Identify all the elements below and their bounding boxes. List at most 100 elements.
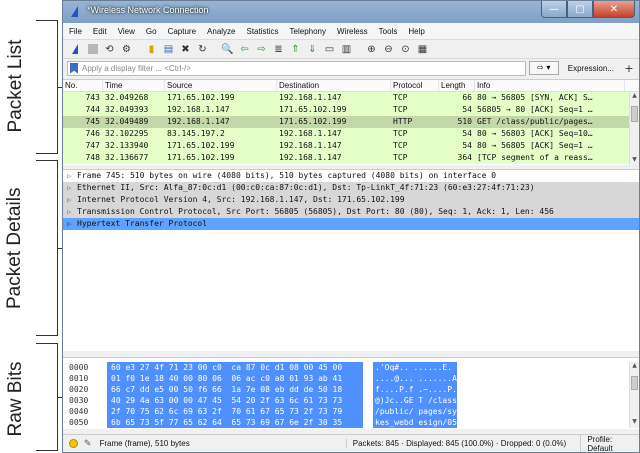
- expression-button[interactable]: Expression...: [562, 64, 620, 73]
- menu-help[interactable]: Help: [408, 27, 424, 36]
- menu-edit[interactable]: Edit: [93, 27, 107, 36]
- maximize-button[interactable]: ▢: [567, 1, 593, 18]
- packet-row[interactable]: 748 32.136677 171.65.102.199 192.168.1.1…: [63, 152, 639, 164]
- byte-ascii[interactable]: .'Oq#.. ......E.: [373, 362, 457, 373]
- menu-statistics[interactable]: Statistics: [247, 27, 279, 36]
- packet-list-scrollbar[interactable]: ▲ ▼: [629, 92, 639, 166]
- scroll-up-icon[interactable]: ▲: [630, 92, 639, 102]
- menu-wireless[interactable]: Wireless: [337, 27, 368, 36]
- packet-row[interactable]: 746 32.102295 83.145.197.2 192.168.1.147…: [63, 128, 639, 140]
- byte-ascii[interactable]: @)Jc..GE T /class: [373, 395, 457, 406]
- expand-arrow-icon[interactable]: ▷: [67, 194, 71, 206]
- reload-file-icon[interactable]: ↻: [195, 42, 210, 57]
- autoscroll-icon[interactable]: ▭: [322, 42, 337, 57]
- packet-row-selected[interactable]: 745 32.049489 192.168.1.147 171.65.102.1…: [63, 116, 639, 128]
- scroll-up-icon[interactable]: ▲: [630, 362, 639, 372]
- packet-length: 54: [462, 141, 472, 150]
- detail-tcp-text: Transmission Control Protocol, Src Port:…: [77, 207, 554, 216]
- save-file-icon[interactable]: ▤: [161, 42, 176, 57]
- byte-hex[interactable]: 60 e3 27 4f 71 23 00 c0 ca 87 0c d1 08 0…: [107, 362, 363, 373]
- expand-arrow-icon[interactable]: ▷: [67, 182, 71, 194]
- expand-arrow-icon[interactable]: ▷: [67, 170, 71, 182]
- packet-row[interactable]: 744 32.049393 192.168.1.147 171.65.102.1…: [63, 104, 639, 116]
- byte-hex[interactable]: 2f 70 75 62 6c 69 63 2f 70 61 67 65 73 2…: [107, 406, 363, 417]
- scroll-down-icon[interactable]: ▼: [630, 418, 639, 428]
- packet-details-pane: ▷ Frame 745: 510 bytes on wire (4080 bits…: [63, 169, 639, 351]
- expand-arrow-icon[interactable]: ▷: [67, 206, 71, 218]
- byte-hex[interactable]: 01 f0 1e 18 40 00 80 06 06 ac c0 a8 01 9…: [107, 373, 363, 384]
- zoom-out-icon[interactable]: ⊖: [381, 42, 396, 57]
- menu-file[interactable]: File: [69, 27, 82, 36]
- toolbar-separator: [212, 42, 218, 57]
- first-packet-icon[interactable]: ⇑: [288, 42, 303, 57]
- packet-row[interactable]: 747 32.133940 171.65.102.199 192.168.1.1…: [63, 140, 639, 152]
- detail-ethernet[interactable]: ▷ Ethernet II, Src: Alfa_87:0c:d1 (00:c0:…: [63, 182, 639, 194]
- packet-list-header: No. Time Source Destination Protocol Len…: [63, 80, 639, 92]
- go-to-packet-icon[interactable]: ≣: [271, 42, 286, 57]
- detail-frame[interactable]: ▷ Frame 745: 510 bytes on wire (4080 bits…: [63, 170, 639, 182]
- scroll-thumb[interactable]: [631, 106, 638, 122]
- go-back-icon[interactable]: ⇦: [237, 42, 252, 57]
- capture-options-icon[interactable]: ⚙: [119, 42, 134, 57]
- byte-ascii[interactable]: kes_webd esign/05: [373, 417, 457, 428]
- packet-info: 56805 → 80 [ACK] Seq=1 …: [477, 105, 593, 114]
- column-header-no[interactable]: No.: [63, 80, 103, 91]
- expand-arrow-icon[interactable]: ▷: [67, 218, 71, 230]
- byte-hex[interactable]: 6b 65 73 5f 77 65 62 64 65 73 69 67 6e 2…: [107, 417, 363, 428]
- packet-source: 171.65.102.199: [167, 93, 235, 102]
- edit-comment-icon[interactable]: ✎: [84, 438, 92, 449]
- packet-time: 32.136677: [105, 153, 149, 162]
- detail-tcp[interactable]: ▷ Transmission Control Protocol, Src Port…: [63, 206, 639, 218]
- expert-info-icon[interactable]: [69, 439, 78, 448]
- column-header-destination[interactable]: Destination: [277, 80, 391, 91]
- close-button[interactable]: ✕: [593, 1, 635, 18]
- byte-hex[interactable]: 40 29 4a 63 00 00 47 45 54 20 2f 63 6c 6…: [107, 395, 363, 406]
- byte-hex[interactable]: 66 c7 dd e5 00 50 f6 66 1a 7e 08 eb dd d…: [107, 384, 363, 395]
- apply-filter-button[interactable]: ⇨ ▾: [528, 61, 559, 75]
- scroll-thumb[interactable]: [631, 376, 638, 390]
- column-header-time[interactable]: Time: [103, 80, 165, 91]
- zoom-reset-icon[interactable]: ⊙: [398, 42, 413, 57]
- menu-telephony[interactable]: Telephony: [290, 27, 326, 36]
- annotation-packet-list: Packet List: [5, 39, 26, 133]
- column-header-length[interactable]: Length: [439, 80, 475, 91]
- scroll-down-icon[interactable]: ▼: [630, 156, 639, 166]
- byte-ascii[interactable]: /public/ pages/sy: [373, 406, 457, 417]
- close-file-icon[interactable]: ✖: [178, 42, 193, 57]
- stop-capture-icon[interactable]: [85, 42, 100, 57]
- byte-ascii[interactable]: ....@... .......A: [373, 373, 457, 384]
- open-file-icon[interactable]: ▮: [144, 42, 159, 57]
- detail-ip[interactable]: ▷ Internet Protocol Version 4, Src: 192.1…: [63, 194, 639, 206]
- restart-capture-icon[interactable]: ⟲: [102, 42, 117, 57]
- minimize-button[interactable]: —: [541, 1, 567, 18]
- bytes-scrollbar[interactable]: ▲ ▼: [629, 362, 639, 428]
- menu-view[interactable]: View: [118, 27, 135, 36]
- zoom-in-icon[interactable]: ⊕: [364, 42, 379, 57]
- packet-protocol: TCP: [393, 141, 408, 150]
- colorize-icon[interactable]: ▥: [339, 42, 354, 57]
- menu-capture[interactable]: Capture: [168, 27, 196, 36]
- packet-length: 510: [457, 117, 472, 126]
- packet-info: 80 → 56803 [ACK] Seq=10…: [477, 129, 593, 138]
- add-filter-button[interactable]: +: [623, 62, 635, 75]
- resize-columns-icon[interactable]: ▦: [415, 42, 430, 57]
- byte-row: 0000 60 e3 27 4f 71 23 00 c0 ca 87 0c d1 …: [63, 362, 639, 373]
- status-profile[interactable]: Profile: Default: [580, 434, 639, 452]
- packet-row[interactable]: 743 32.049268 171.65.102.199 192.168.1.1…: [63, 92, 639, 104]
- display-filter-input[interactable]: Apply a display filter ... <Ctrl-/>: [67, 60, 526, 76]
- menu-analyze[interactable]: Analyze: [207, 27, 235, 36]
- bookmark-icon[interactable]: [70, 62, 78, 74]
- detail-http-selected[interactable]: ▷ Hypertext Transfer Protocol: [63, 218, 639, 230]
- byte-ascii[interactable]: f....P.f .~....P.: [373, 384, 457, 395]
- column-header-source[interactable]: Source: [165, 80, 277, 91]
- menu-tools[interactable]: Tools: [379, 27, 398, 36]
- column-header-protocol[interactable]: Protocol: [391, 80, 439, 91]
- packet-protocol: TCP: [393, 93, 408, 102]
- menu-go[interactable]: Go: [146, 27, 157, 36]
- column-header-info[interactable]: Info: [475, 80, 625, 91]
- go-forward-icon[interactable]: ⇨: [254, 42, 269, 57]
- find-packet-icon[interactable]: 🔍: [220, 42, 235, 57]
- wireshark-fin-icon: [71, 6, 78, 17]
- start-capture-icon[interactable]: [68, 42, 83, 57]
- last-packet-icon[interactable]: ⇓: [305, 42, 320, 57]
